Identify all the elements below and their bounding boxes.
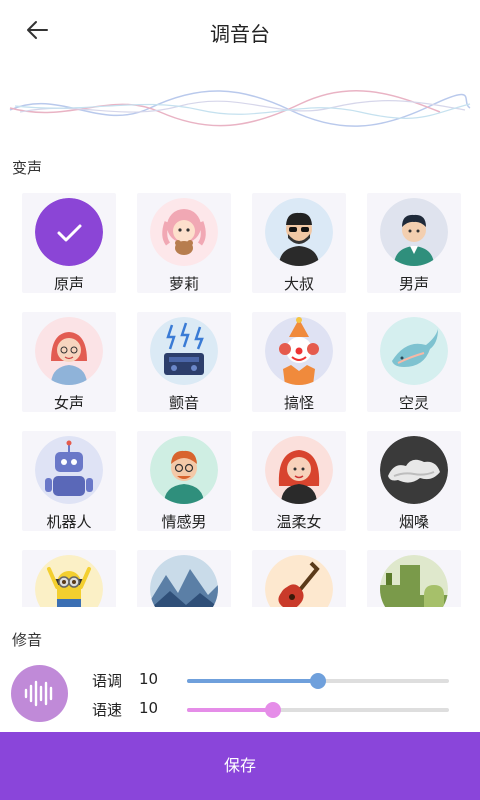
voice-card-gentle-woman[interactable]: 温柔女 — [252, 431, 346, 531]
voice-wave-icon — [11, 665, 68, 722]
ethereal-whale-icon — [380, 317, 448, 385]
pitch-label: 语调 — [92, 672, 123, 690]
voice-card-funny[interactable]: 搞怪 — [252, 312, 346, 412]
voice-card-tremolo[interactable]: 颤音 — [137, 312, 231, 412]
voice-change-title: 变声 — [12, 159, 43, 177]
voice-label: 男声 — [398, 275, 429, 293]
voice-card-minion[interactable] — [22, 550, 116, 607]
voice-card-robot[interactable]: 机器人 — [22, 431, 116, 531]
voice-card-ethereal[interactable]: 空灵 — [367, 312, 461, 412]
tremolo-speaker-icon — [150, 317, 218, 385]
voice-card-loli[interactable]: 萝莉 — [137, 193, 231, 293]
speed-slider[interactable] — [187, 702, 449, 718]
green-scene-avatar-icon — [380, 555, 448, 607]
voice-grid: 原声 萝莉 大叔 男声 女声 颤音 搞怪 空灵 机器人 情感男 温柔女 烟嗓 — [22, 193, 462, 607]
voice-label: 搞怪 — [283, 394, 314, 412]
speed-slider-fill — [187, 708, 274, 712]
voice-label: 烟嗓 — [398, 513, 429, 531]
voice-label: 机器人 — [46, 513, 92, 531]
smoky-voice-icon — [380, 436, 448, 504]
pitch-slider-row: 语调 10 — [92, 670, 462, 692]
pitch-slider[interactable] — [187, 673, 449, 689]
voice-card-mountain[interactable] — [137, 550, 231, 607]
speed-slider-row: 语速 10 — [92, 699, 462, 721]
guitar-avatar-icon — [265, 555, 333, 607]
header: 调音台 — [0, 0, 480, 62]
voice-card-male[interactable]: 男声 — [367, 193, 461, 293]
emotional-man-avatar-icon — [150, 436, 218, 504]
uncle-avatar-icon — [265, 198, 333, 266]
voice-label: 萝莉 — [168, 275, 199, 293]
voice-card-guitar[interactable] — [252, 550, 346, 607]
check-icon — [35, 198, 103, 266]
loli-avatar-icon — [150, 198, 218, 266]
page-title: 调音台 — [210, 22, 270, 46]
voice-label: 大叔 — [283, 275, 314, 293]
male-avatar-icon — [380, 198, 448, 266]
pitch-slider-fill — [187, 679, 318, 683]
robot-avatar-icon — [35, 436, 103, 504]
modify-section-title: 修音 — [12, 631, 43, 649]
voice-label: 情感男 — [161, 513, 207, 531]
mountain-avatar-icon — [150, 555, 218, 607]
voice-card-green-scene[interactable] — [367, 550, 461, 607]
voice-card-smoky[interactable]: 烟嗓 — [367, 431, 461, 531]
speed-value: 10 — [139, 699, 159, 717]
voice-label: 空灵 — [398, 394, 429, 412]
voice-label: 原声 — [53, 275, 84, 293]
waveform-graphic — [9, 89, 471, 127]
voice-card-emotional-man[interactable]: 情感男 — [137, 431, 231, 531]
voice-card-uncle[interactable]: 大叔 — [252, 193, 346, 293]
voice-label: 温柔女 — [276, 513, 322, 531]
gentle-woman-avatar-icon — [265, 436, 333, 504]
voice-card-female[interactable]: 女声 — [22, 312, 116, 412]
voice-label: 女声 — [53, 394, 84, 412]
voice-label: 颤音 — [168, 394, 199, 412]
speed-label: 语速 — [92, 701, 123, 719]
speed-slider-thumb[interactable] — [265, 702, 282, 718]
minion-avatar-icon — [35, 555, 103, 607]
save-button[interactable]: 保存 — [0, 732, 480, 800]
pitch-slider-thumb[interactable] — [310, 673, 326, 689]
voice-card-original[interactable]: 原声 — [22, 193, 116, 293]
pitch-value: 10 — [139, 670, 159, 688]
clown-avatar-icon — [265, 317, 333, 385]
female-avatar-icon — [35, 317, 103, 385]
